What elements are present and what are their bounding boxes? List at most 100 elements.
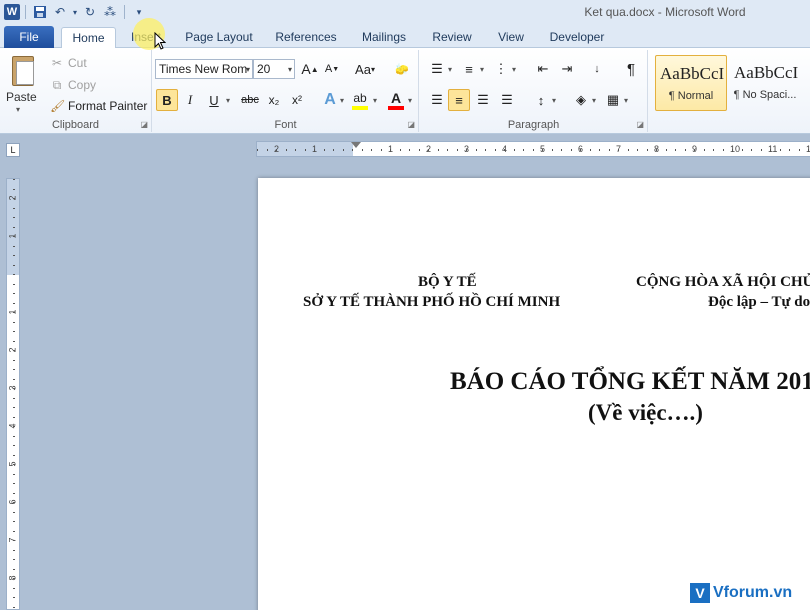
- underline-dropdown-icon[interactable]: ▾: [226, 96, 230, 105]
- doc-subtitle[interactable]: (Về việc….): [588, 400, 703, 426]
- cut-button[interactable]: ✂ Cut: [50, 54, 87, 72]
- doc-title[interactable]: BÁO CÁO TỔNG KẾT NĂM 2016: [450, 368, 810, 396]
- font-name-combo[interactable]: Times New Rom ▾: [155, 59, 253, 79]
- bullets-icon[interactable]: ☰: [426, 58, 448, 80]
- ruler-tick: [779, 149, 781, 151]
- ruler-tick: [608, 149, 610, 151]
- tab-home[interactable]: Home: [61, 27, 116, 49]
- ruler-tick: [361, 149, 363, 151]
- borders-icon[interactable]: ▦: [602, 89, 624, 111]
- highlight-dropdown-icon[interactable]: ▾: [373, 96, 377, 105]
- italic-button[interactable]: I: [179, 89, 201, 111]
- style-name: ¶ Normal: [668, 90, 714, 102]
- ruler-tick: [542, 149, 543, 151]
- strikethrough-button[interactable]: abc: [237, 89, 263, 111]
- tab-view[interactable]: View: [494, 27, 528, 48]
- bold-button[interactable]: B: [156, 89, 178, 111]
- numbering-icon[interactable]: ≡: [458, 58, 480, 80]
- show-formatting-icon[interactable]: ¶: [620, 58, 642, 80]
- tab-developer[interactable]: Developer: [546, 27, 608, 48]
- ruler-tick: [13, 179, 15, 180]
- ruler-tick: [656, 149, 657, 151]
- ruler-tick: [618, 149, 619, 151]
- ruler-tick: [13, 587, 15, 589]
- subscript-button[interactable]: x₂: [263, 89, 285, 111]
- multilevel-list-icon[interactable]: ⋮: [490, 58, 512, 80]
- text-effects-icon[interactable]: A: [319, 89, 341, 111]
- grow-font-button[interactable]: A ▲: [299, 58, 321, 80]
- doc-right-line1[interactable]: CỘNG HÒA XÃ HỘI CHỦ NGHĨA VIỆT NAM: [636, 274, 810, 291]
- ruler-tick: [580, 149, 581, 151]
- copy-button[interactable]: ⧉ Copy: [50, 76, 96, 94]
- ruler-tick: [13, 435, 15, 437]
- decrease-indent-icon[interactable]: ⇤: [532, 58, 554, 80]
- watermark-text: Vforum.vn: [713, 584, 793, 601]
- ruler-tick: [13, 483, 15, 484]
- horizontal-ruler[interactable]: 21123456789101112: [256, 141, 810, 157]
- text-effects-dropdown-icon[interactable]: ▾: [340, 96, 344, 105]
- vertical-ruler[interactable]: 2112345678: [6, 178, 20, 610]
- ruler-tick: [13, 331, 15, 332]
- dialog-launcher-icon[interactable]: ◪: [407, 120, 415, 129]
- doc-left-line1[interactable]: BỘ Y TẾ: [418, 274, 477, 291]
- tab-mailings[interactable]: Mailings: [358, 27, 410, 48]
- styles-group: AaBbCcI ¶ Normal AaBbCcI ¶ No Spaci...: [649, 50, 810, 132]
- paste-button[interactable]: Paste: [6, 90, 37, 104]
- dialog-launcher-icon[interactable]: ◪: [636, 120, 644, 129]
- superscript-button[interactable]: x²: [286, 89, 308, 111]
- numbering-dropdown-icon[interactable]: ▾: [480, 65, 484, 74]
- line-spacing-dropdown-icon[interactable]: ▾: [552, 96, 556, 105]
- copy-label: Copy: [68, 78, 97, 92]
- ruler-tick: [13, 492, 15, 494]
- align-center-icon[interactable]: ≡: [448, 89, 470, 111]
- underline-button[interactable]: U: [203, 89, 225, 111]
- ruler-tick: [13, 255, 15, 256]
- doc-left-line2[interactable]: SỞ Y TẾ THÀNH PHỐ HỒ CHÍ MINH: [303, 294, 560, 311]
- ruler-tick: [13, 445, 15, 446]
- tab-file[interactable]: File: [4, 26, 54, 48]
- bullets-dropdown-icon[interactable]: ▾: [448, 65, 452, 74]
- format-painter-button[interactable]: 🖌 Format Painter: [50, 97, 147, 115]
- increase-indent-icon[interactable]: ⇥: [556, 58, 578, 80]
- ruler-tick: [13, 302, 15, 304]
- justify-icon[interactable]: ☰: [496, 89, 518, 111]
- paste-icon[interactable]: [8, 52, 38, 88]
- multilevel-dropdown-icon[interactable]: ▾: [512, 65, 516, 74]
- sort-icon[interactable]: ↓: [586, 58, 608, 80]
- borders-dropdown-icon[interactable]: ▾: [624, 96, 628, 105]
- line-spacing-icon[interactable]: ↕: [530, 89, 552, 111]
- shrink-font-button[interactable]: A ▼: [321, 58, 343, 80]
- clear-formatting-icon[interactable]: 🧽: [391, 58, 413, 80]
- ruler-tick: [13, 207, 15, 209]
- ruler-tick: [257, 149, 258, 151]
- font-color-bar: [388, 106, 404, 110]
- align-left-icon[interactable]: ☰: [426, 89, 448, 111]
- ruler-tick: [13, 473, 15, 475]
- shading-icon[interactable]: ◈: [570, 89, 592, 111]
- ruler-tick: [570, 149, 572, 151]
- font-size-combo[interactable]: 20 ▾: [253, 59, 295, 79]
- ruler-tick: [523, 149, 524, 151]
- paste-dropdown-icon[interactable]: ▾: [16, 105, 20, 114]
- ruler-tick: [13, 350, 15, 351]
- dialog-launcher-icon[interactable]: ◪: [140, 120, 148, 129]
- tab-selector[interactable]: L: [6, 143, 20, 157]
- ruler-tick: [13, 549, 15, 551]
- doc-right-line2[interactable]: Độc lập – Tự do – Hạnh phúc: [708, 294, 810, 311]
- shading-dropdown-icon[interactable]: ▾: [592, 96, 596, 105]
- align-right-icon[interactable]: ☰: [472, 89, 494, 111]
- document-page[interactable]: BỘ Y TẾ SỞ Y TẾ THÀNH PHỐ HỒ CHÍ MINH CỘ…: [258, 178, 810, 610]
- style-normal[interactable]: AaBbCcI ¶ Normal: [655, 55, 727, 111]
- tab-review[interactable]: Review: [430, 27, 474, 48]
- ruler-tick: [13, 397, 15, 399]
- ruler-tick: [694, 149, 695, 151]
- ruler-tick: [770, 149, 771, 151]
- tab-references[interactable]: References: [274, 27, 338, 48]
- font-color-dropdown-icon[interactable]: ▾: [408, 96, 412, 105]
- style-no-spacing[interactable]: AaBbCcI ¶ No Spaci...: [729, 55, 801, 111]
- ruler-tick: [13, 369, 15, 370]
- first-line-indent-marker[interactable]: [351, 142, 361, 148]
- ruler-tick: [741, 149, 743, 151]
- change-case-button[interactable]: Aa ▾: [351, 58, 379, 80]
- tab-page-layout[interactable]: Page Layout: [184, 27, 254, 48]
